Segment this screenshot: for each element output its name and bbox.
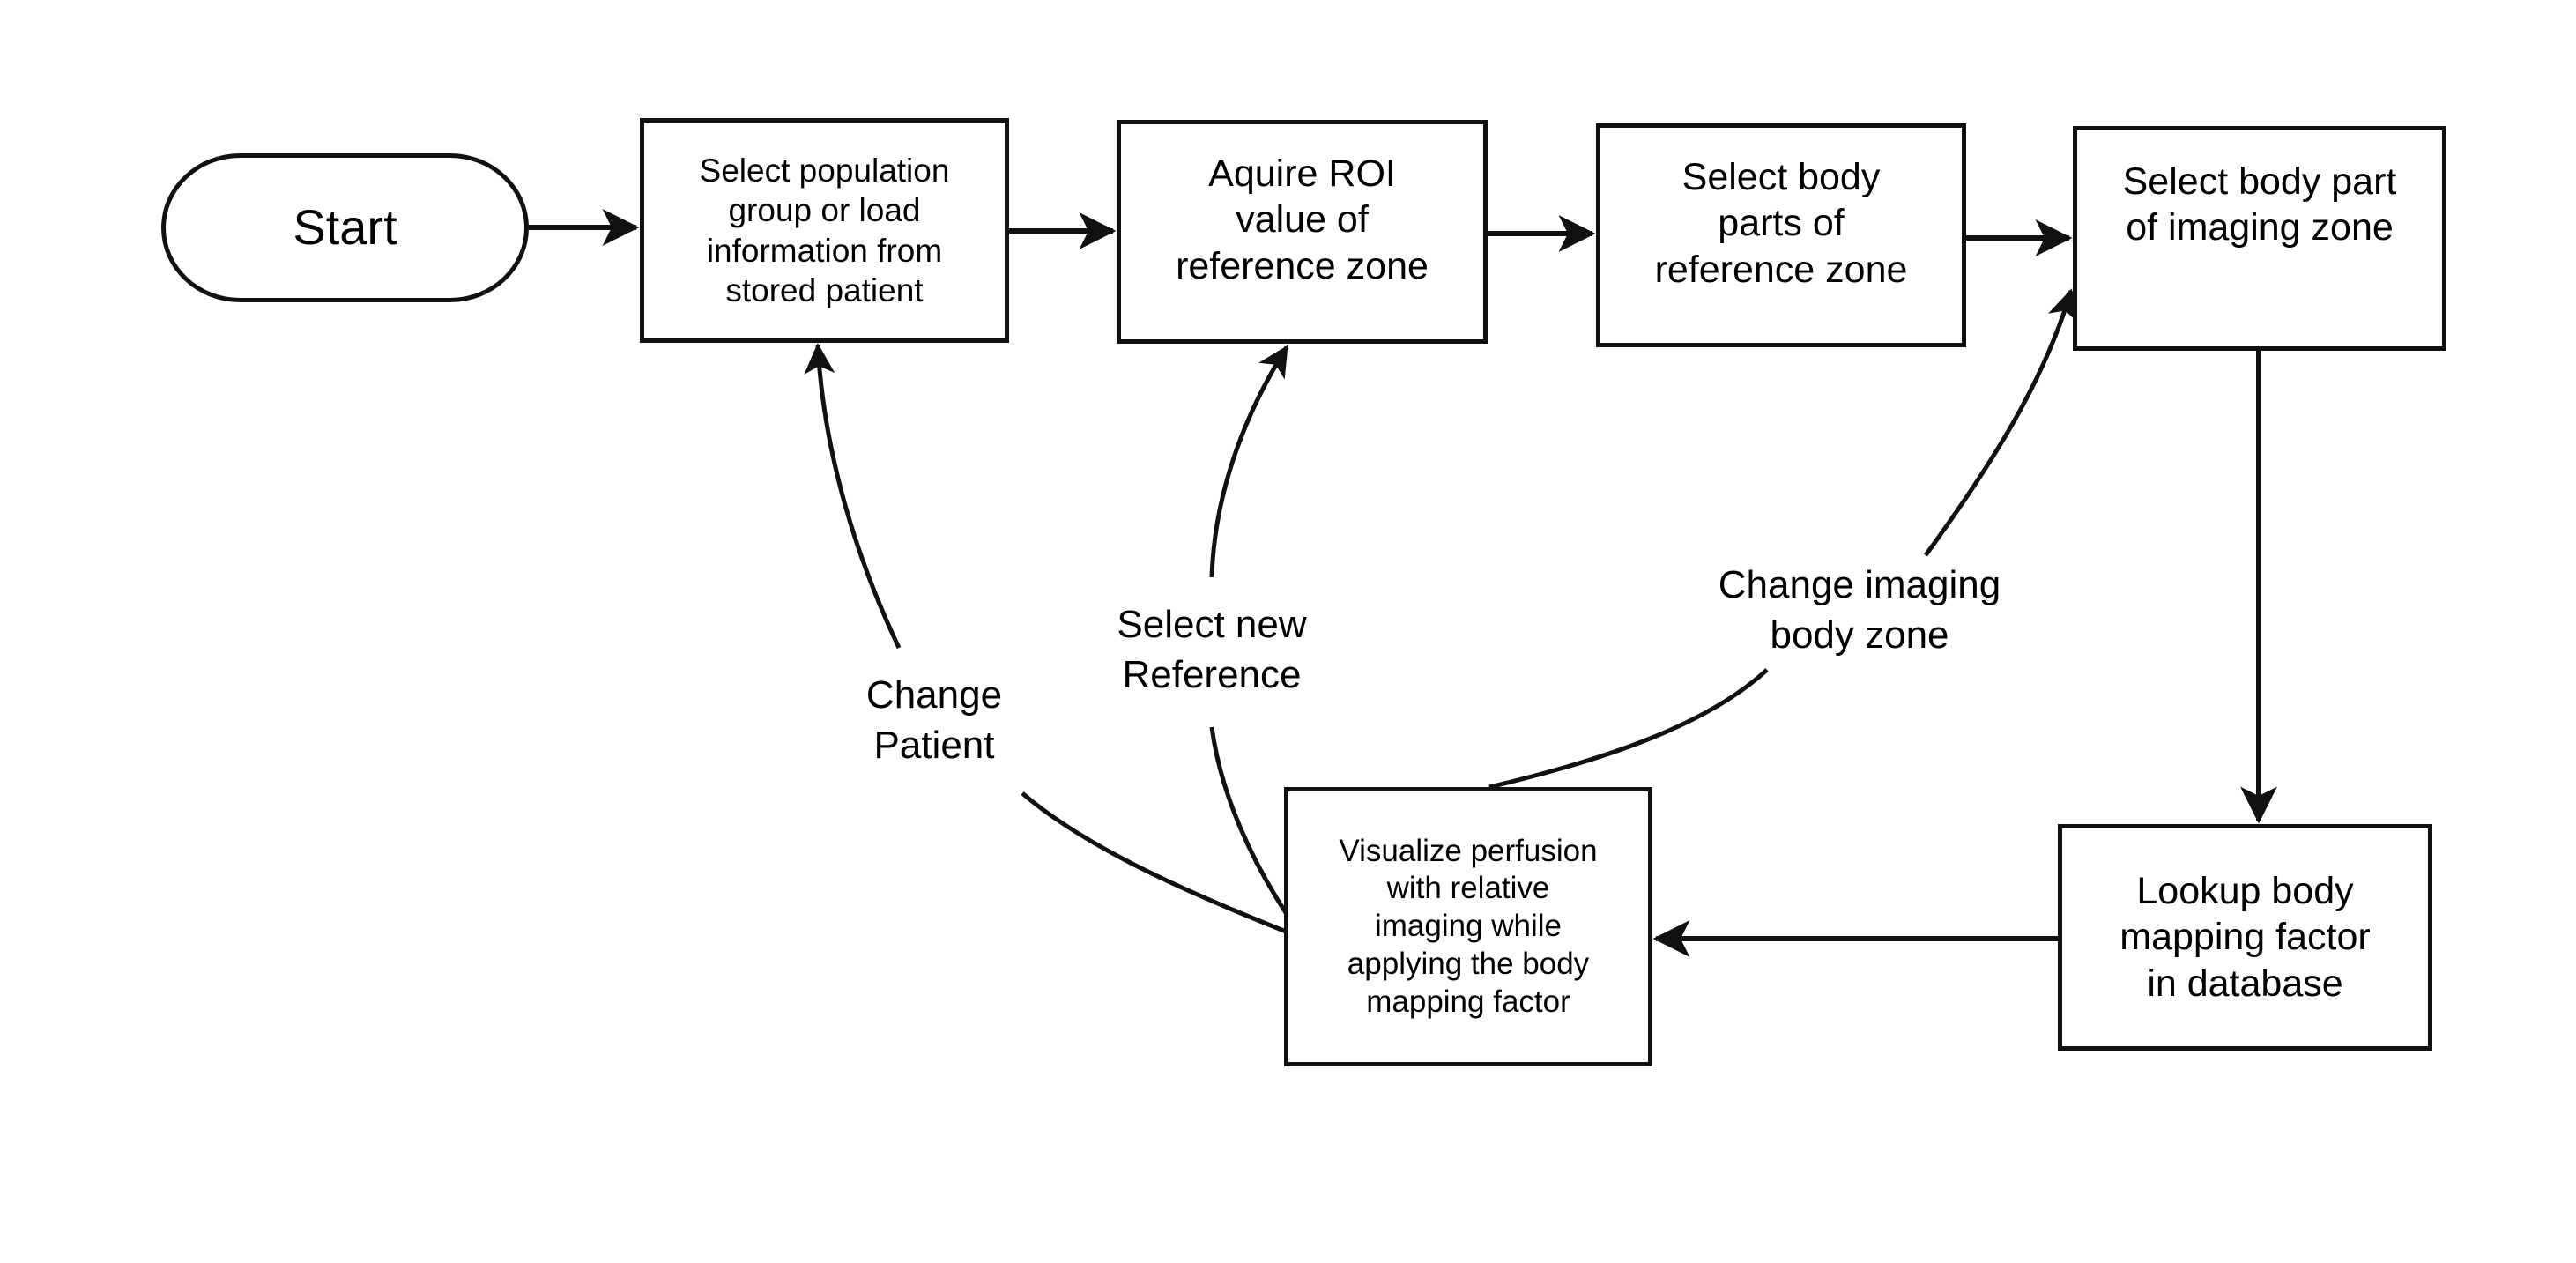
edge-label-change-patient: Change Patient — [865, 673, 1003, 768]
node-select-population-label: Select population group or load informat… — [699, 152, 950, 308]
node-lookup-mapping-factor: Lookup body mapping factor in database — [2058, 824, 2432, 1051]
node-visualize-perfusion-label: Visualize perfusion with relative imagin… — [1339, 833, 1598, 1019]
node-acquire-roi-label: Aquire ROI value of reference zone — [1176, 152, 1429, 287]
node-start: Start — [161, 153, 529, 302]
node-select-body-parts-reference: Select body parts of reference zone — [1596, 123, 1966, 347]
node-select-body-part-imaging: Select body part of imaging zone — [2073, 126, 2446, 351]
node-select-body-part-imaging-label: Select body part of imaging zone — [2122, 160, 2397, 249]
node-acquire-roi: Aquire ROI value of reference zone — [1117, 120, 1488, 344]
node-select-body-parts-reference-label: Select body parts of reference zone — [1654, 156, 1908, 291]
node-lookup-mapping-factor-label: Lookup body mapping factor in database — [2119, 869, 2371, 1005]
curve-change-imaging-lower — [1488, 668, 1769, 790]
node-visualize-perfusion: Visualize perfusion with relative imagin… — [1284, 787, 1652, 1066]
node-start-label: Start — [293, 199, 397, 256]
edge-label-change-imaging-body-zone: Change imaging body zone — [1718, 563, 2001, 658]
curve-change-patient-upper — [804, 343, 902, 650]
curve-select-new-reference-upper — [1209, 345, 1289, 578]
edge-label-select-new-reference: Select new Reference — [1117, 603, 1307, 697]
node-select-population: Select population group or load informat… — [640, 118, 1009, 343]
